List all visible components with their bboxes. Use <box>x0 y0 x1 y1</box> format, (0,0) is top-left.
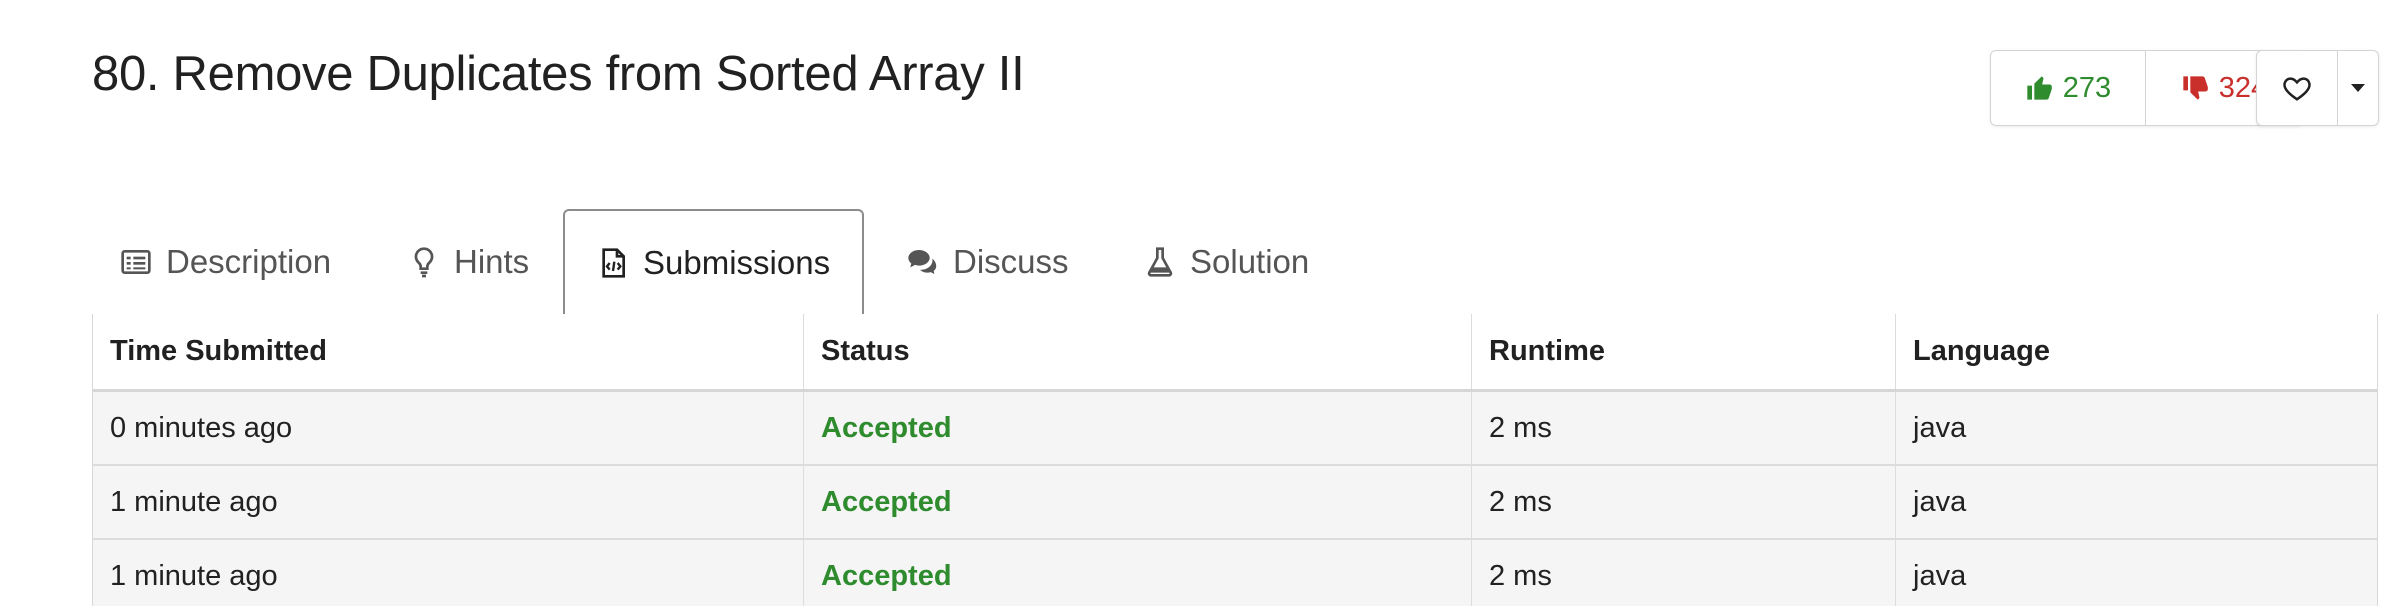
cell-time: 0 minutes ago <box>93 392 804 464</box>
tab-label: Hints <box>454 242 530 280</box>
cell-time: 1 minute ago <box>93 466 804 538</box>
cell-runtime: 2 ms <box>1472 540 1896 606</box>
cell-language: java <box>1913 485 1967 518</box>
tab-label: Description <box>166 242 332 280</box>
cell-status: Accepted <box>804 466 1472 538</box>
cell-language: java <box>1913 559 1967 592</box>
header-status[interactable]: Status <box>804 314 1472 389</box>
description-icon <box>121 249 151 274</box>
header-language[interactable]: Language <box>1896 314 2377 389</box>
tab-discuss[interactable]: Discuss <box>907 209 1069 314</box>
tab-label: Solution <box>1190 242 1310 280</box>
table-header-row: Time Submitted Status Runtime Language <box>93 314 2377 392</box>
header-runtime[interactable]: Runtime <box>1472 314 1896 389</box>
tab-description[interactable]: Description <box>120 209 331 314</box>
thumbs-up-icon <box>2027 76 2052 100</box>
page-title: 80. Remove Duplicates from Sorted Array … <box>92 47 1025 101</box>
problem-tabs: Description Hints Submissions Discuss So… <box>92 209 2376 316</box>
flask-icon <box>1147 246 1173 277</box>
cell-status: Accepted <box>804 392 1472 464</box>
favorite-group <box>2256 50 2379 126</box>
status-accepted-link[interactable]: Accepted <box>821 412 952 445</box>
cell-language: java <box>1913 411 1967 444</box>
tab-label: Discuss <box>953 242 1069 280</box>
cell-runtime: 2 ms <box>1472 392 1896 464</box>
table-row: 0 minutes ago Accepted 2 ms java <box>93 392 2377 466</box>
like-count: 273 <box>2062 71 2112 104</box>
favorite-button[interactable] <box>2257 51 2338 125</box>
lightbulb-icon <box>414 246 434 277</box>
cell-runtime: 2 ms <box>1472 466 1896 538</box>
cell-time: 1 minute ago <box>93 540 804 606</box>
page: 80. Remove Duplicates from Sorted Array … <box>0 0 2404 606</box>
table-row: 1 minute ago Accepted 2 ms java <box>93 466 2377 540</box>
favorite-dropdown-button[interactable] <box>2338 51 2378 125</box>
tab-solution[interactable]: Solution <box>1144 209 1309 314</box>
cell-status: Accepted <box>804 540 1472 606</box>
header-time-submitted[interactable]: Time Submitted <box>93 314 804 389</box>
table-row: 1 minute ago Accepted 2 ms java <box>93 540 2377 606</box>
like-button[interactable]: 273 <box>1991 51 2146 125</box>
code-file-icon <box>602 247 625 278</box>
thumbs-down-icon <box>2183 76 2208 100</box>
caret-down-icon <box>2351 84 2365 92</box>
chat-bubbles-icon <box>908 249 937 274</box>
heart-icon <box>2283 77 2311 101</box>
tab-label: Submissions <box>643 243 831 281</box>
tab-hints[interactable]: Hints <box>408 209 529 314</box>
status-accepted-link[interactable]: Accepted <box>821 560 952 593</box>
status-accepted-link[interactable]: Accepted <box>821 486 952 519</box>
tab-submissions[interactable]: Submissions <box>563 209 865 316</box>
submissions-table: Time Submitted Status Runtime Language 0… <box>92 314 2378 606</box>
